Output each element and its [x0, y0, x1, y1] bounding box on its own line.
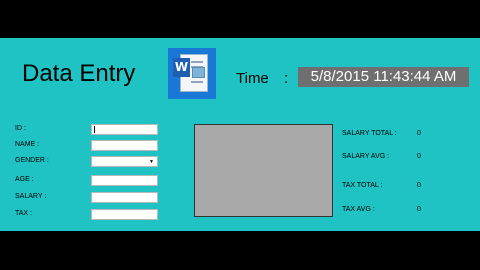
tax-avg-label: TAX AVG : — [342, 206, 375, 213]
time-display: 5/8/2015 11:43:44 AM — [298, 67, 469, 87]
salary-avg-label: SALARY AVG : — [342, 153, 390, 160]
tax-label: TAX : — [15, 210, 32, 217]
dropdown-arrow-icon[interactable]: ▼ — [149, 159, 154, 165]
salary-avg-value: 0 — [417, 153, 421, 160]
id-field[interactable] — [91, 124, 158, 135]
tax-field[interactable] — [91, 209, 158, 220]
age-label: AGE : — [15, 176, 34, 183]
tax-total-value: 0 — [417, 182, 421, 189]
gender-label: GENDER : — [15, 157, 49, 164]
text-caret — [94, 126, 95, 133]
word-badge: W — [173, 58, 190, 77]
page-line — [191, 61, 203, 63]
tax-total-label: TAX TOTAL : — [342, 182, 383, 189]
salary-total-label: SALARY TOTAL : — [342, 130, 397, 137]
salary-label: SALARY : — [15, 193, 47, 200]
display-box — [194, 124, 333, 217]
word-document-icon: W — [168, 48, 216, 99]
page-line — [191, 81, 203, 83]
salary-field[interactable] — [91, 192, 158, 203]
time-colon: : — [284, 70, 289, 87]
name-label: NAME : — [15, 141, 40, 148]
gender-select[interactable]: ▼ — [91, 156, 158, 167]
id-label: ID : — [15, 125, 26, 132]
name-field[interactable] — [91, 140, 158, 151]
image-thumbnail — [192, 67, 205, 78]
time-label: Time — [236, 70, 269, 87]
tax-avg-value: 0 — [417, 206, 421, 213]
salary-total-value: 0 — [417, 130, 421, 137]
age-field[interactable] — [91, 175, 158, 186]
page-title: Data Entry — [22, 60, 136, 87]
